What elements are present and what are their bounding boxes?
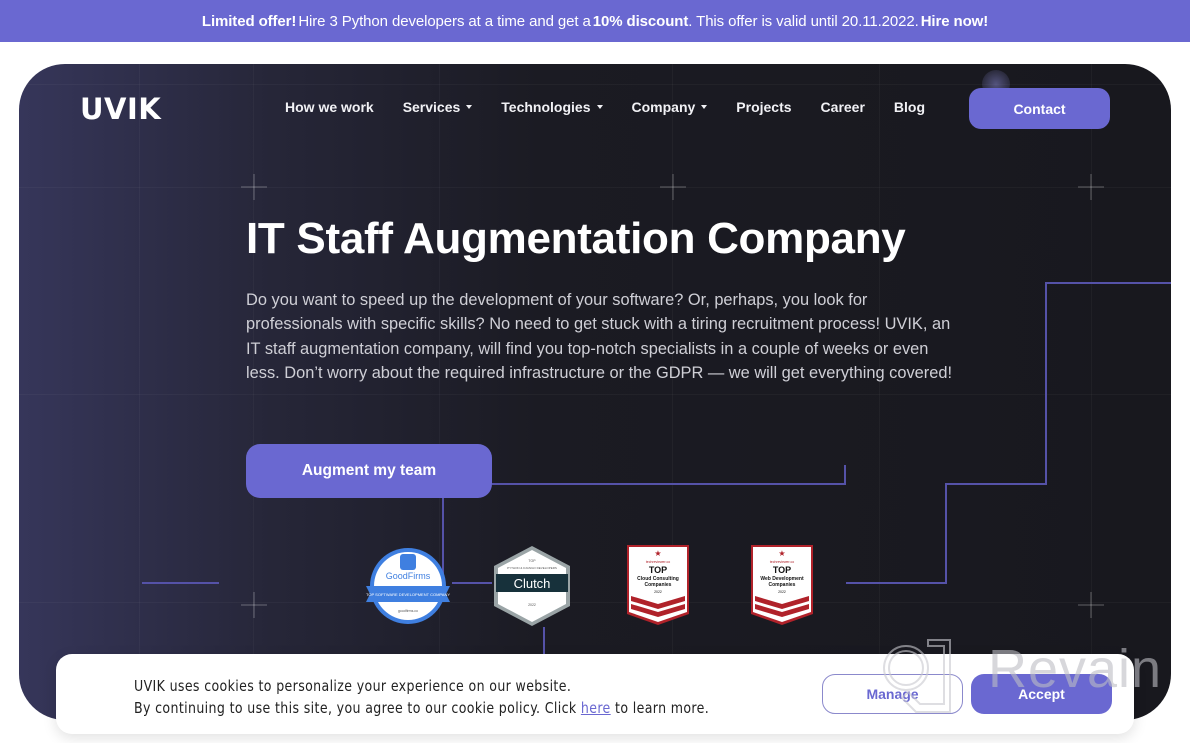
nav-how-we-work[interactable]: How we work <box>285 99 374 115</box>
cookie-line-2: By continuing to use this site, you agre… <box>134 698 709 720</box>
nav-services[interactable]: Services <box>403 99 473 115</box>
augment-my-team-button[interactable]: Augment my team <box>246 444 492 498</box>
manage-cookies-button[interactable]: Manage <box>822 674 963 714</box>
nav-label: Technologies <box>501 99 591 115</box>
grid-line <box>879 64 880 720</box>
promo-discount: 10% discount <box>592 12 689 30</box>
accept-cookies-button[interactable]: Accept <box>971 674 1112 714</box>
main-nav: How we work Services Technologies Compan… <box>285 99 954 115</box>
nav-company[interactable]: Company <box>632 99 708 115</box>
techreviewer-web-badge[interactable]: ★ techreviewer.co TOP Web Development Co… <box>750 544 814 626</box>
badge-line2: Companies <box>645 582 672 588</box>
circuit-line <box>492 465 846 485</box>
star-icon: ★ <box>654 549 661 558</box>
nav-projects[interactable]: Projects <box>736 99 791 115</box>
badge-brand: GoodFirms <box>386 571 431 581</box>
cookie-banner: UVIK uses cookies to personalize your ex… <box>56 654 1134 734</box>
grid-line <box>19 602 1171 603</box>
badge-site: techreviewer.co <box>646 560 670 564</box>
badge-line2: Companies <box>769 582 796 588</box>
hero-section: UVIK How we work Services Technologies C… <box>19 64 1171 720</box>
techreviewer-cloud-badge[interactable]: ★ techreviewer.co TOP Cloud Consulting C… <box>626 544 690 626</box>
cookie-line-1: UVIK uses cookies to personalize your ex… <box>134 677 572 695</box>
nav-label: Services <box>402 99 461 115</box>
promo-text: Hire 3 Python developers at a time and g… <box>298 12 591 30</box>
hire-now-link[interactable]: Hire now! <box>921 13 989 30</box>
nav-label: Projects <box>736 99 792 115</box>
badge-top: TOP <box>773 565 791 575</box>
badge-brand: Clutch <box>514 576 551 591</box>
nav-label: Blog <box>893 99 926 115</box>
cookie-text: By continuing to use this site, you agre… <box>134 698 581 717</box>
contact-button[interactable]: Contact <box>969 88 1110 129</box>
nav-blog[interactable]: Blog <box>894 99 925 115</box>
grid-line <box>139 64 140 720</box>
plus-decoration-icon <box>241 592 267 618</box>
grid-line <box>1091 64 1092 720</box>
plus-decoration-icon <box>241 174 267 200</box>
badge-year: 2022 <box>528 603 536 607</box>
badge-top: TOP <box>649 565 667 575</box>
caret-down-icon <box>466 105 473 109</box>
plus-decoration-icon <box>1078 174 1104 200</box>
badge-year: 2022 <box>778 590 786 594</box>
clutch-badge[interactable]: TOP PYTHON & DJANGO DEVELOPERS Clutch 20… <box>492 544 572 628</box>
nav-label: How we work <box>285 99 374 115</box>
nav-label: Career <box>820 99 865 115</box>
plus-decoration-icon <box>660 174 686 200</box>
star-icon: ★ <box>778 549 785 558</box>
badge-site: techreviewer.co <box>770 560 794 564</box>
badge-site: goodfirms.co <box>398 609 418 613</box>
promo-banner[interactable]: Limited offer! Hire 3 Python developers … <box>0 0 1190 42</box>
hero-description: Do you want to speed up the development … <box>246 291 953 382</box>
grid-line <box>19 394 1171 395</box>
grid-line <box>253 64 254 720</box>
badge-ribbon-text: TOP SOFTWARE DEVELOPMENT COMPANY <box>366 592 450 597</box>
hero-title: IT Staff Augmentation Company <box>246 214 906 263</box>
nav-technologies[interactable]: Technologies <box>501 99 603 115</box>
promo-text-2: . This offer is valid until 20.11.2022. <box>688 12 919 30</box>
uvik-logo[interactable]: UVIK <box>80 92 161 126</box>
cookie-text: to learn more. <box>610 698 710 717</box>
nav-career[interactable]: Career <box>821 99 865 115</box>
badge-year: 2022 <box>654 590 662 594</box>
badge-top: TOP <box>528 559 536 563</box>
goodfirms-badge[interactable]: GoodFirms TOP SOFTWARE DEVELOPMENT COMPA… <box>362 546 454 628</box>
plus-decoration-icon <box>1078 592 1104 618</box>
goodfirms-logo-icon <box>400 554 416 570</box>
cookie-message: UVIK uses cookies to personalize your ex… <box>134 676 709 719</box>
caret-down-icon <box>596 105 603 109</box>
caret-down-icon <box>701 105 708 109</box>
nav-label: Company <box>631 99 696 115</box>
grid-line <box>19 187 1171 188</box>
promo-lead: Limited offer! <box>201 12 297 30</box>
badge-category: PYTHON & DJANGO DEVELOPERS <box>507 566 557 570</box>
circuit-lines <box>142 282 1171 664</box>
cookie-policy-link[interactable]: here <box>581 699 611 717</box>
